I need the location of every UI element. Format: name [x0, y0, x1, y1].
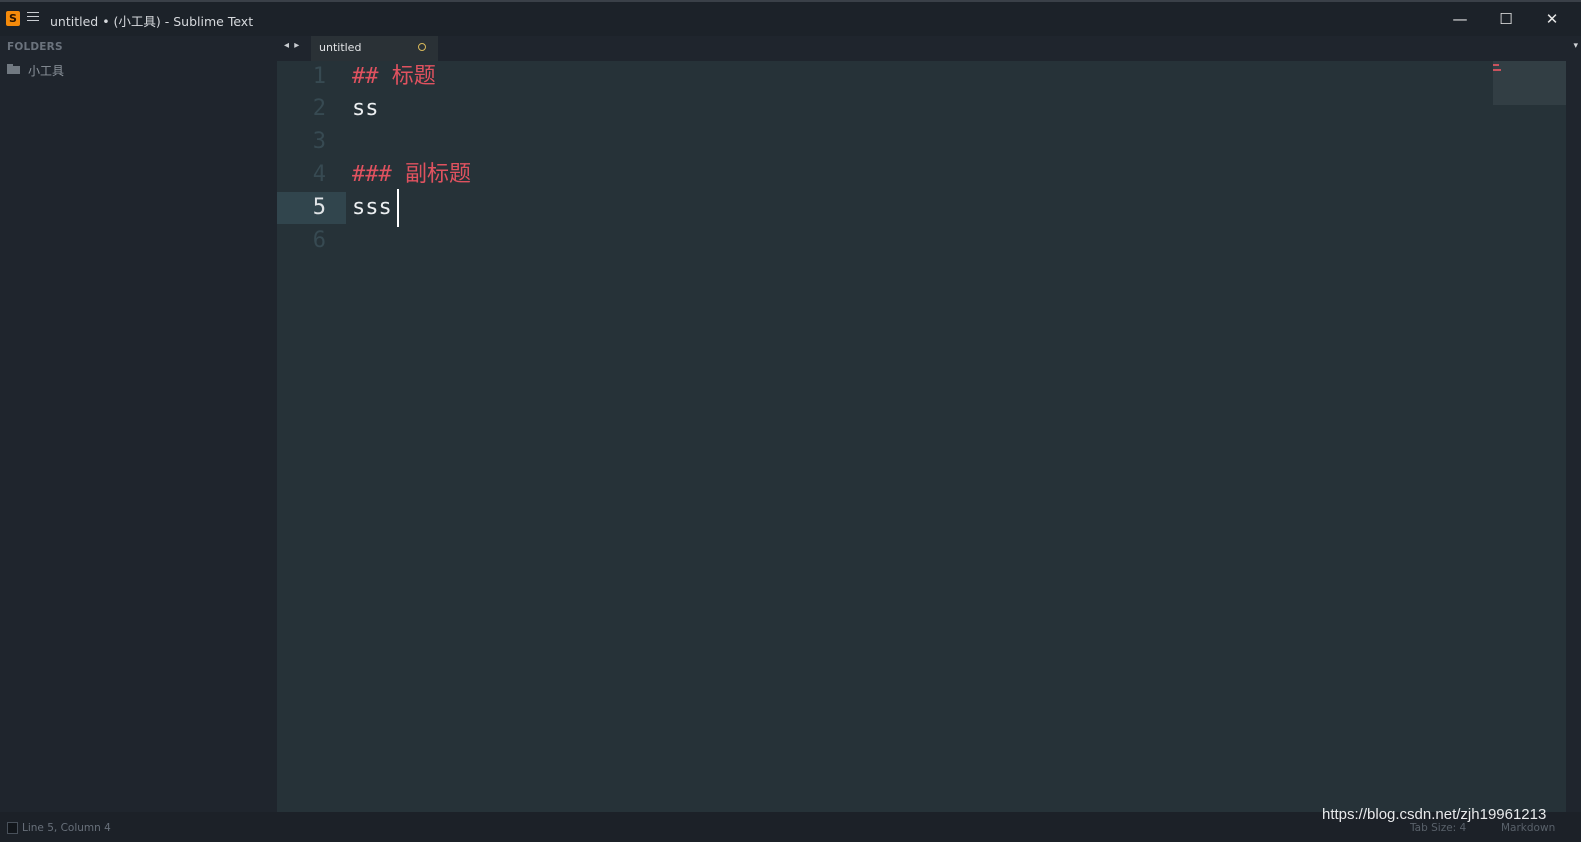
code-line[interactable]: ss — [352, 93, 379, 125]
window-title: untitled • (小工具) - Sublime Text — [50, 14, 254, 29]
tab-list-dropdown-icon[interactable]: ▾ — [1573, 41, 1578, 51]
sidebar: FOLDERS 小工具 — [0, 36, 277, 812]
tab-bar: ◂ ▸ untitled ▾ — [277, 36, 1581, 61]
line-number: 1 — [312, 64, 326, 89]
sublime-text-icon[interactable]: S — [6, 11, 20, 26]
code-line[interactable]: ### 副标题 — [352, 159, 471, 191]
tab-size-selector[interactable]: Tab Size: 4 — [1410, 822, 1466, 834]
unsaved-indicator-icon[interactable] — [418, 43, 426, 51]
folder-icon — [7, 64, 20, 74]
editor-area[interactable]: 1 2 3 4 5 6 ## 标题 ss ### 副标题 sss — [277, 61, 1566, 812]
code-line-active[interactable]: sss — [352, 192, 392, 224]
tab-nav-arrows-icon[interactable]: ◂ ▸ — [284, 40, 300, 51]
tab-label: untitled — [319, 41, 362, 54]
syntax-selector[interactable]: Markdown — [1501, 822, 1555, 834]
maximize-button[interactable]: ☐ — [1483, 4, 1529, 34]
minimap-mark — [1493, 69, 1501, 71]
line-number: 6 — [312, 228, 326, 253]
line-number: 4 — [312, 162, 326, 187]
title-bar: S untitled • (小工具) - Sublime Text — ☐ ✕ — [0, 0, 1581, 36]
vertical-scrollbar[interactable] — [1566, 61, 1581, 812]
minimap[interactable] — [1493, 61, 1566, 105]
heading-text: 副标题 — [391, 162, 471, 187]
close-button[interactable]: ✕ — [1529, 4, 1575, 34]
line-number: 2 — [312, 96, 326, 121]
heading-text: 标题 — [378, 64, 436, 89]
cursor-position: Line 5, Column 4 — [22, 822, 111, 834]
tab-untitled[interactable]: untitled — [311, 36, 438, 61]
text-cursor — [397, 189, 399, 227]
panel-toggle-icon[interactable] — [7, 822, 18, 834]
line-number-active: 5 — [277, 192, 346, 224]
minimap-mark — [1493, 64, 1499, 66]
code-line[interactable]: ## 标题 — [352, 61, 436, 93]
hamburger-menu-icon[interactable] — [27, 12, 39, 24]
folders-header: FOLDERS — [7, 41, 63, 53]
folder-label: 小工具 — [28, 64, 65, 78]
line-number: 3 — [312, 129, 326, 154]
heading-marker: ### — [352, 162, 392, 187]
watermark: https://blog.csdn.net/zjh19961213 — [1322, 806, 1547, 823]
minimize-button[interactable]: — — [1437, 4, 1483, 34]
heading-marker: ## — [352, 64, 379, 89]
